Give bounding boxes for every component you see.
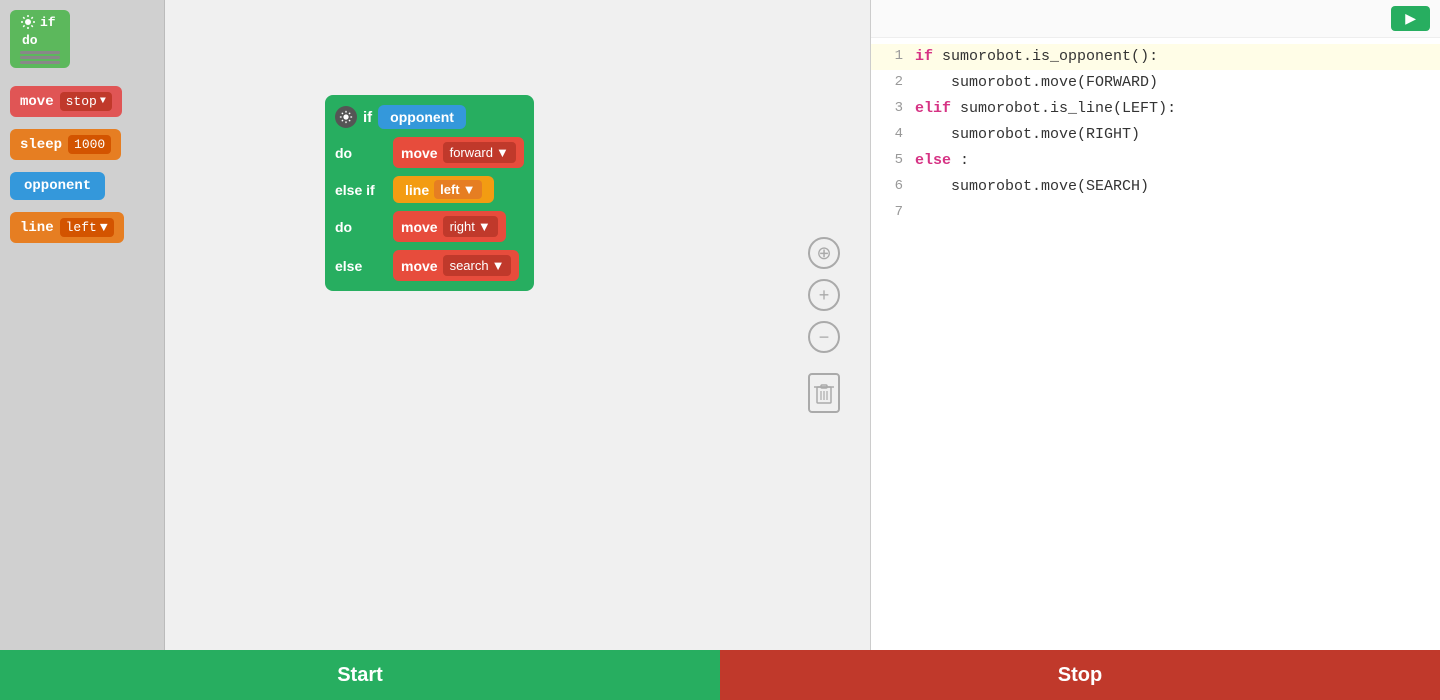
- canvas-move-forward-block[interactable]: move forward ▼: [393, 137, 524, 168]
- run-button[interactable]: ▶: [1391, 6, 1430, 31]
- line-content-6: sumorobot.move(SEARCH): [911, 175, 1440, 199]
- zoom-out-button[interactable]: −: [808, 321, 840, 353]
- canvas-move-forward-value: forward: [450, 145, 493, 160]
- canvas-move-search-label: move: [401, 258, 438, 274]
- line-content-2: sumorobot.move(FORWARD): [911, 71, 1440, 95]
- line-num-2: 2: [871, 71, 911, 93]
- canvas-do-right-kw: do: [335, 219, 385, 235]
- sidebar-sleep-block[interactable]: sleep 1000: [10, 129, 121, 160]
- sidebar-opponent-block[interactable]: opponent: [10, 172, 105, 200]
- sidebar-line-label: line: [20, 220, 54, 236]
- sidebar-if-label: if: [40, 15, 56, 30]
- sidebar-move-arrow: ▼: [100, 96, 106, 107]
- gear-icon: [20, 14, 36, 30]
- code-line-7: 7: [871, 200, 1440, 226]
- code-header: ▶: [871, 0, 1440, 38]
- canvas-opponent-cond[interactable]: opponent: [378, 105, 466, 129]
- canvas-gear-icon: [335, 106, 357, 128]
- canvas-if-row: if opponent: [335, 105, 524, 129]
- canvas-move-search-dropdown[interactable]: search ▼: [443, 255, 512, 276]
- sidebar-do-label: do: [20, 33, 60, 48]
- canvas-move-right-block[interactable]: move right ▼: [393, 211, 506, 242]
- canvas-move-forward-label: move: [401, 145, 438, 161]
- code-line-1: 1 if sumorobot.is_opponent():: [871, 44, 1440, 70]
- trash-icon: [814, 381, 834, 405]
- sidebar-move-value: stop: [66, 94, 97, 109]
- canvas-move-right-value: right: [450, 219, 475, 234]
- minus-icon: −: [819, 327, 830, 348]
- crosshair-icon: ⊕: [816, 243, 831, 264]
- zoom-in-button[interactable]: +: [808, 279, 840, 311]
- canvas-move-search-arrow: ▼: [492, 258, 505, 273]
- canvas-if-kw: if: [363, 109, 372, 126]
- code-line-4: 4 sumorobot.move(RIGHT): [871, 122, 1440, 148]
- sidebar-move-label: move: [20, 94, 54, 110]
- line-num-7: 7: [871, 201, 911, 223]
- canvas-move-right-arrow: ▼: [478, 219, 491, 234]
- canvas-line-label: line: [405, 182, 429, 198]
- line-content-4: sumorobot.move(RIGHT): [911, 123, 1440, 147]
- canvas-do-row: do move forward ▼: [335, 137, 524, 168]
- stop-button[interactable]: Stop: [720, 650, 1440, 700]
- canvas-move-right-dropdown[interactable]: right ▼: [443, 216, 498, 237]
- sidebar-move-dropdown[interactable]: stop ▼: [60, 92, 112, 111]
- line-num-1: 1: [871, 45, 911, 67]
- canvas-move-right-label: move: [401, 219, 438, 235]
- sidebar-opponent-label: opponent: [24, 178, 91, 194]
- sidebar-line-block[interactable]: line left ▼: [10, 212, 124, 243]
- canvas-move-search-value: search: [450, 258, 489, 273]
- canvas-do-kw: do: [335, 145, 385, 161]
- code-lines: 1 if sumorobot.is_opponent(): 2 sumorobo…: [871, 38, 1440, 232]
- line-content-3: elif sumorobot.is_line(LEFT):: [911, 97, 1440, 121]
- code-line-3: 3 elif sumorobot.is_line(LEFT):: [871, 96, 1440, 122]
- bottom-bar: Start Stop: [0, 650, 1440, 700]
- canvas-else-row: else move search ▼: [335, 250, 524, 281]
- code-line-5: 5 else :: [871, 148, 1440, 174]
- canvas-else-kw: else: [335, 258, 385, 274]
- code-line-6: 6 sumorobot.move(SEARCH): [871, 174, 1440, 200]
- run-icon: ▶: [1405, 10, 1416, 27]
- canvas-line-left-value: left: [440, 182, 460, 197]
- canvas-area[interactable]: if opponent do move forward ▼: [165, 0, 870, 650]
- plus-icon: +: [819, 285, 830, 306]
- canvas-else-if-kw: else if: [335, 182, 385, 198]
- sidebar: if do move stop ▼ sleep 1000: [0, 0, 165, 650]
- sidebar-sleep-value: 1000: [68, 135, 111, 154]
- canvas-move-forward-arrow: ▼: [496, 145, 509, 160]
- canvas-else-if-row: else if line left ▼: [335, 176, 524, 203]
- sidebar-line-dropdown[interactable]: left ▼: [60, 218, 114, 237]
- sidebar-line-arrow: ▼: [100, 220, 108, 235]
- line-num-4: 4: [871, 123, 911, 145]
- line-num-6: 6: [871, 175, 911, 197]
- sidebar-sleep-label: sleep: [20, 137, 62, 153]
- code-panel: ▶ 1 if sumorobot.is_opponent(): 2 sumoro…: [870, 0, 1440, 650]
- line-num-5: 5: [871, 149, 911, 171]
- canvas-move-search-block[interactable]: move search ▼: [393, 250, 519, 281]
- sidebar-if-do-block[interactable]: if do: [10, 10, 70, 68]
- line-num-3: 3: [871, 97, 911, 119]
- trash-button[interactable]: [808, 373, 840, 413]
- sidebar-line-value: left: [66, 220, 97, 235]
- crosshair-button[interactable]: ⊕: [808, 237, 840, 269]
- canvas-controls: ⊕ + −: [808, 237, 840, 413]
- canvas-line-left-cond[interactable]: line left ▼: [393, 176, 494, 203]
- line-content-5: else :: [911, 149, 1440, 173]
- canvas-move-forward-dropdown[interactable]: forward ▼: [443, 142, 516, 163]
- canvas-line-left-arrow: ▼: [463, 182, 476, 197]
- start-button[interactable]: Start: [0, 650, 720, 700]
- canvas-main-block[interactable]: if opponent do move forward ▼: [325, 95, 534, 291]
- sidebar-move-block[interactable]: move stop ▼: [10, 86, 122, 117]
- canvas-do-right-row: do move right ▼: [335, 211, 524, 242]
- code-line-2: 2 sumorobot.move(FORWARD): [871, 70, 1440, 96]
- line-content-1: if sumorobot.is_opponent():: [911, 45, 1440, 69]
- canvas-line-left-dropdown[interactable]: left ▼: [434, 180, 481, 199]
